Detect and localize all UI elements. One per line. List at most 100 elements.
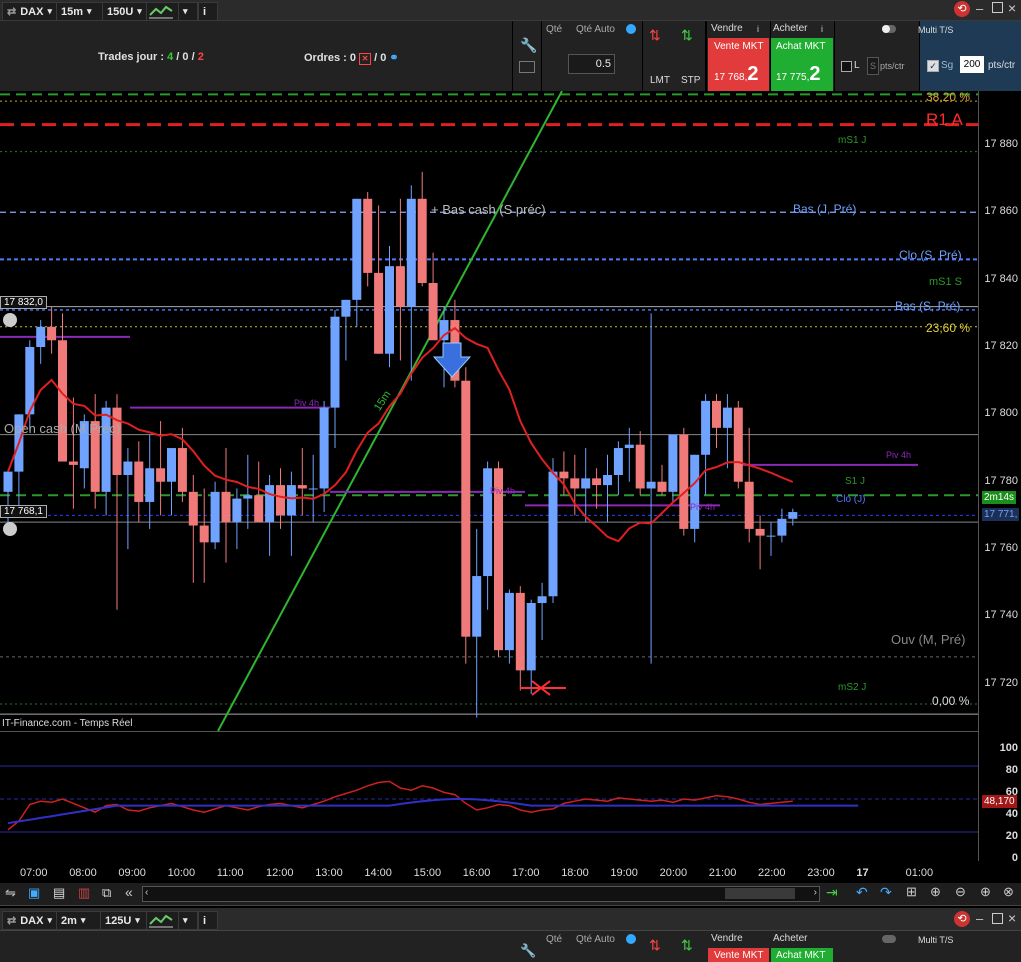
scroll-left-all-icon[interactable]: « <box>125 884 133 900</box>
chart-type-button[interactable] <box>146 2 180 21</box>
piv4h-label-d: Piv 4h <box>690 502 716 512</box>
orders-count-b: 0 <box>380 52 387 64</box>
buy-market-button[interactable]: Achat MKT 17 775,2 <box>771 38 833 91</box>
s-field[interactable]: S <box>867 57 879 75</box>
source-label: IT-Finance.com - Temps Réel <box>2 718 133 729</box>
trades-count-a: 4 <box>167 51 174 63</box>
wrench-icon[interactable]: 🔧 <box>520 37 537 54</box>
table-icon[interactable]: ▤ <box>53 885 65 901</box>
maximize-button[interactable] <box>992 2 1003 13</box>
candle-body <box>308 488 318 490</box>
sell-price: 17 768,2 <box>714 63 759 86</box>
sell-info-icon[interactable]: i <box>757 24 759 34</box>
candle-body <box>417 198 427 283</box>
orders-icon[interactable]: ▥ <box>78 885 90 901</box>
limit-order-icon[interactable]: ⇅ <box>649 27 661 44</box>
candle-body <box>330 316 340 408</box>
qty-auto-label[interactable]: Qté Auto <box>576 24 615 35</box>
timeframe-label: 15m <box>61 5 84 18</box>
time-axis[interactable]: 07:00 08:00 09:00 10:00 11:00 12:00 13:00 14:00… <box>0 861 978 883</box>
buy-mkt-label: Achat MKT <box>776 950 826 961</box>
refresh-icon[interactable]: ⟲ <box>954 911 970 927</box>
candle-body <box>177 448 187 492</box>
limit-order-icon[interactable]: ⇅ <box>649 937 661 954</box>
rsi-panel[interactable] <box>0 731 978 862</box>
instrument-select-2[interactable]: ⇄ DAX ▾ <box>2 911 58 930</box>
price-tick-label: 17 740 <box>984 609 1018 622</box>
minimize-button[interactable]: – <box>976 911 983 926</box>
qty-auto-label-2[interactable]: Qté Auto <box>576 934 615 945</box>
rsi-tick-label: 100 <box>999 742 1018 754</box>
scroll-to-end-icon[interactable]: ⇥ <box>826 884 838 901</box>
timeframe-select[interactable]: 15m ▾ <box>56 2 108 21</box>
timeframe-select-2[interactable]: 2m ▾ <box>56 911 104 930</box>
zoom-in-icon[interactable]: ⊕ <box>980 884 991 900</box>
left-price-tag-1: 17 832,0 <box>0 296 47 309</box>
minimize-button[interactable]: – <box>976 1 983 16</box>
cancel-orders-icon[interactable]: ✕ <box>359 53 372 65</box>
zoom-fit-icon[interactable]: ⊕ <box>930 884 941 900</box>
window-icon[interactable]: ⧉ <box>102 885 111 901</box>
multi-ts-toggle-icon[interactable] <box>882 935 896 943</box>
sell-market-button[interactable]: Vente MKT 17 768,2 <box>708 38 769 91</box>
price-axis[interactable]: 17 880 17 860 17 840 17 820 17 800 17 780 17 7… <box>978 91 1021 864</box>
chart-options-dropdown-2[interactable]: ▾ <box>178 911 198 930</box>
info-button-2[interactable]: i <box>198 911 218 930</box>
close-button[interactable]: × <box>1008 910 1016 926</box>
units-select[interactable]: 150U ▾ <box>102 2 150 21</box>
wrench-icon[interactable]: 🔧 <box>520 943 536 959</box>
units-select-2[interactable]: 125U ▾ <box>100 911 148 930</box>
undo-icon[interactable]: ↶ <box>856 884 868 901</box>
bottom-toolbar: ⇄ DAX ▾ 2m ▾ 125U ▾ ▾ i ⟲ – × <box>0 908 1021 931</box>
left-price-circle-icon[interactable] <box>3 522 17 536</box>
chart-type-button-2[interactable] <box>146 911 180 930</box>
calculator-icon[interactable] <box>519 61 535 73</box>
qty-auto-toggle-icon[interactable] <box>626 24 636 34</box>
lmt-button[interactable]: LMT <box>650 75 670 86</box>
buy-market-button-2[interactable]: Achat MKT <box>771 948 833 962</box>
l-checkbox[interactable] <box>841 61 852 72</box>
close-button[interactable]: × <box>1008 0 1016 16</box>
share-icon[interactable]: ⇋ <box>5 885 16 901</box>
zoom-range-icon[interactable]: ⊞ <box>906 884 917 900</box>
horizontal-scrollbar[interactable]: ‹ › <box>142 886 820 902</box>
sg-checkbox[interactable]: ✓ <box>927 60 939 72</box>
multi-ts-toggle-icon[interactable] <box>882 25 896 33</box>
stop-order-icon[interactable]: ⇅ <box>681 27 693 44</box>
candlestick-chart[interactable] <box>0 91 978 731</box>
sell-market-button-2[interactable]: Vente MKT <box>708 948 769 962</box>
price-chart[interactable] <box>0 91 978 731</box>
time-tick-label: 22:00 <box>758 867 786 879</box>
price-tick-label: 17 840 <box>984 272 1018 285</box>
candle-body <box>406 198 416 307</box>
left-price-circle-icon[interactable] <box>3 313 17 327</box>
piv4h-label-a: Piv 4h <box>294 398 320 408</box>
link-icon[interactable]: ⚭ <box>389 52 398 64</box>
scroll-left-icon[interactable]: ‹ <box>145 887 148 898</box>
candle-body <box>603 475 612 486</box>
zoom-reset-icon[interactable]: ⊗ <box>1003 884 1014 900</box>
info-icon: i <box>203 5 207 18</box>
comment-icon[interactable]: ▣ <box>28 885 40 901</box>
instrument-select[interactable]: ⇄ DAX ▾ <box>2 2 58 21</box>
buy-info-icon[interactable]: i <box>821 24 823 34</box>
rsi-tick-label: 20 <box>1005 830 1018 842</box>
pts-ctr-label-2: pts/ctr <box>988 60 1016 71</box>
refresh-icon[interactable]: ⟲ <box>954 1 970 17</box>
candle-body <box>385 266 394 354</box>
time-tick-label: 20:00 <box>659 867 688 879</box>
scroll-thumb[interactable] <box>725 888 795 899</box>
qty-input[interactable]: 0.5 <box>568 54 615 74</box>
stop-order-icon[interactable]: ⇅ <box>681 937 693 954</box>
chart-options-dropdown[interactable]: ▾ <box>178 2 198 21</box>
stp-button[interactable]: STP <box>681 75 700 86</box>
redo-icon[interactable]: ↷ <box>880 884 892 901</box>
sg-input[interactable]: 200 <box>960 56 984 73</box>
zoom-out-icon[interactable]: ⊖ <box>955 884 966 900</box>
buy-mkt-label: Achat MKT <box>776 41 826 52</box>
scroll-right-icon[interactable]: › <box>814 887 817 898</box>
info-button[interactable]: i <box>198 2 218 21</box>
qty-auto-toggle-icon[interactable] <box>626 934 636 944</box>
candle-body <box>570 478 580 489</box>
maximize-button[interactable] <box>992 913 1003 924</box>
